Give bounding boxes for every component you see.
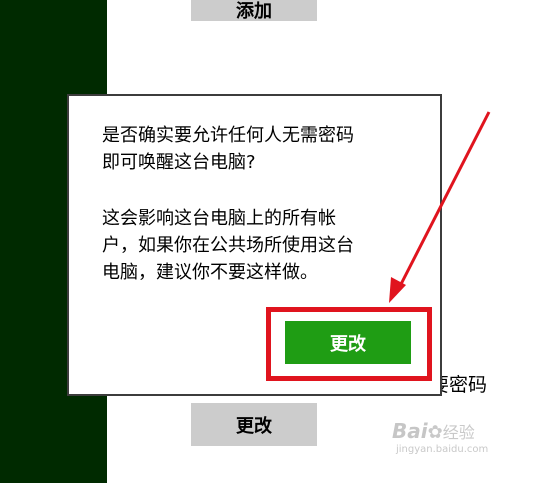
annotation-arrow — [389, 111, 491, 303]
paw-icon: ✿ — [427, 422, 443, 443]
baidu-watermark: Bai✿经验 jingyan.baidu.com — [392, 421, 489, 457]
arrow-shaft — [395, 111, 491, 293]
watermark-site: jingyan.baidu.com — [396, 444, 489, 455]
watermark-brand: Bai — [392, 419, 428, 443]
watermark-brand-suffix: 经验 — [442, 423, 475, 442]
